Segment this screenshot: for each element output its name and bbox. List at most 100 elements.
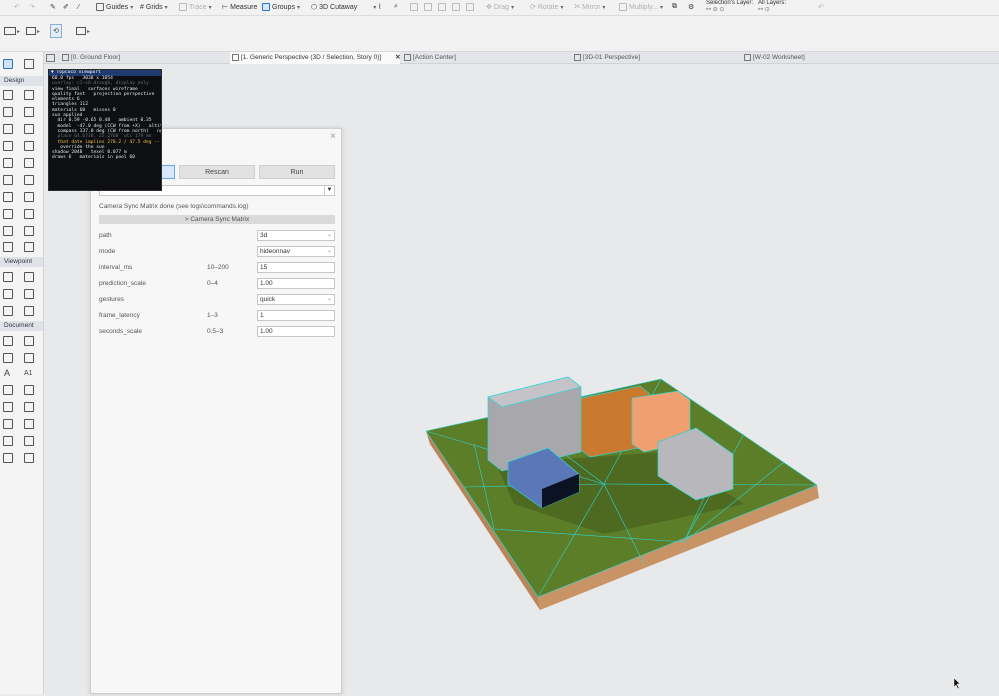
stair-tool-icon[interactable] (24, 175, 34, 185)
chevron-down-icon: ▾ (164, 4, 168, 11)
close-icon[interactable]: ✕ (395, 54, 400, 61)
door-tool-icon[interactable] (3, 124, 13, 134)
intersect-button[interactable] (466, 1, 474, 13)
mesh-tool-icon[interactable] (24, 209, 34, 219)
view-button[interactable]: ▸ (26, 24, 40, 38)
guides-button[interactable]: Guides ▾ (96, 1, 133, 13)
offset-button[interactable] (410, 1, 418, 13)
undo-button[interactable]: ↶ (14, 1, 20, 13)
tab-3d-perspective[interactable]: [3D-01 Perspective] (572, 52, 740, 64)
object-tool-icon[interactable] (3, 141, 13, 151)
drawing-tool-icon[interactable] (24, 453, 34, 463)
orbit-button[interactable]: ⟲ (50, 24, 62, 38)
pen-button[interactable]: ✎ (50, 1, 56, 13)
roof-tool-icon[interactable] (3, 158, 13, 168)
corner-button[interactable] (424, 1, 432, 13)
mirror-button[interactable]: ⟗ Mirror ▾ (574, 1, 605, 13)
zoom-select-button[interactable]: ⌕ (394, 1, 398, 13)
slab-tool-icon[interactable] (24, 90, 34, 100)
change-tool-icon[interactable] (24, 385, 34, 395)
hotspot-tool-icon[interactable] (24, 436, 34, 446)
groups-button[interactable]: Groups ▾ (262, 1, 300, 13)
camera-tool-icon[interactable] (24, 306, 34, 316)
cutaway-button[interactable]: ⬡ 3D Cutaway ▾ (311, 1, 376, 13)
drag-button[interactable]: ✥ Drag ▾ (486, 1, 514, 13)
offset-icon (410, 3, 418, 11)
spline-tool-icon[interactable] (24, 419, 34, 429)
trace-button[interactable]: Trace ▾ (179, 1, 212, 13)
elevation-tool-icon[interactable] (24, 272, 34, 282)
tab-action-center[interactable]: [Action Center] (402, 52, 570, 64)
layers-button[interactable]: ⧉ (672, 1, 677, 13)
rotate-button[interactable]: ⟳ Rotate ▾ (530, 1, 564, 13)
line-tool-icon[interactable] (3, 402, 13, 412)
redo-button[interactable]: ↷ (29, 1, 35, 13)
tab-overview-icon[interactable] (46, 54, 55, 62)
param-select[interactable]: hideonnav ⌄ (257, 246, 335, 257)
section-tool-icon[interactable] (3, 272, 13, 282)
label-tool-icon[interactable]: A1 (24, 370, 33, 377)
section-header[interactable]: > Camera Sync Matrix (99, 215, 335, 224)
param-select[interactable]: 3d ⌄ (257, 230, 335, 241)
curtain-wall-tool-icon[interactable] (3, 192, 13, 202)
adjust-button[interactable] (452, 1, 460, 13)
interior-elevation-tool-icon[interactable] (3, 289, 13, 299)
param-input[interactable]: 1 (257, 310, 335, 321)
column-tool-icon[interactable] (3, 107, 13, 117)
radial-dimension-tool-icon[interactable] (3, 353, 13, 363)
skylight-tool-icon[interactable] (3, 175, 13, 185)
magic-wand-button[interactable]: ⁄ (78, 1, 79, 13)
shell-alt-tool-icon[interactable] (3, 242, 13, 252)
angle-dimension-tool-icon[interactable] (24, 353, 34, 363)
param-value: 1.00 (260, 328, 273, 335)
param-input[interactable]: 1.00 (257, 278, 335, 289)
layer-settings-button[interactable]: ⚙ (688, 1, 694, 13)
param-input[interactable]: 15 (257, 262, 335, 273)
opening-tool-icon[interactable] (24, 226, 34, 236)
morph-tool-icon[interactable] (3, 209, 13, 219)
grid-tool-icon[interactable] (24, 242, 34, 252)
arrow-tool-icon[interactable] (3, 59, 13, 69)
zone-tool-icon[interactable] (3, 226, 13, 236)
run-button[interactable]: Run (259, 165, 335, 179)
param-label: gestures (99, 296, 124, 303)
window-tool-icon[interactable] (24, 124, 34, 134)
marker-tool-icon[interactable] (3, 385, 13, 395)
close-icon[interactable]: × (330, 131, 336, 142)
tab-worksheet[interactable]: [W-02 Worksheet] (742, 52, 910, 64)
level-dimension-tool-icon[interactable] (24, 336, 34, 346)
all-layers-control[interactable]: All Layers: ⚯ ⊙ (758, 0, 786, 13)
worksheet-tool-icon[interactable] (24, 289, 34, 299)
shell-tool-icon[interactable] (24, 158, 34, 168)
spline-button[interactable]: ⌇ (378, 1, 381, 13)
measure-button[interactable]: ⊢ Measure (222, 1, 257, 13)
split-button[interactable] (438, 1, 446, 13)
selection-layer-control[interactable]: Selection's Layer: ⚯ ⊘ ⊙ (706, 0, 753, 13)
fill-tool-icon[interactable] (3, 436, 13, 446)
param-input[interactable]: 1.00 (257, 326, 335, 337)
tab-ground-floor[interactable]: [0. Ground Floor] (60, 52, 228, 64)
polyline-tool-icon[interactable] (3, 419, 13, 429)
arc-tool-icon[interactable] (24, 402, 34, 412)
grid-icon: # (140, 3, 144, 11)
multiply-button[interactable]: Multiply... ▾ (619, 1, 663, 13)
marquee-tool-icon[interactable] (24, 59, 34, 69)
figure-tool-icon[interactable] (3, 453, 13, 463)
layout-button[interactable]: ▸ (4, 24, 20, 38)
view-icon (26, 27, 36, 35)
tab-generic-perspective[interactable]: [1. Generic Perspective (3D / Selection,… (230, 52, 401, 64)
detail-tool-icon[interactable] (3, 306, 13, 316)
camera-sync-dialog: × Rescan Run ▼ Camera Sync Matrix done (… (90, 128, 342, 694)
param-select[interactable]: quick ⌄ (257, 294, 335, 305)
undo-layer-button[interactable]: ↶ (818, 1, 824, 13)
beam-tool-icon[interactable] (24, 107, 34, 117)
text-tool-icon[interactable]: A (4, 368, 10, 378)
grids-button[interactable]: # Grids ▾ (140, 1, 168, 13)
dimension-tool-icon[interactable] (3, 336, 13, 346)
eyedropper-button[interactable]: ✐ (63, 1, 69, 13)
wall-tool-icon[interactable] (3, 90, 13, 100)
navigate-button[interactable]: ▸ (76, 24, 90, 38)
railing-tool-icon[interactable] (24, 192, 34, 202)
lamp-tool-icon[interactable] (24, 141, 34, 151)
rescan-button[interactable]: Rescan (179, 165, 255, 179)
